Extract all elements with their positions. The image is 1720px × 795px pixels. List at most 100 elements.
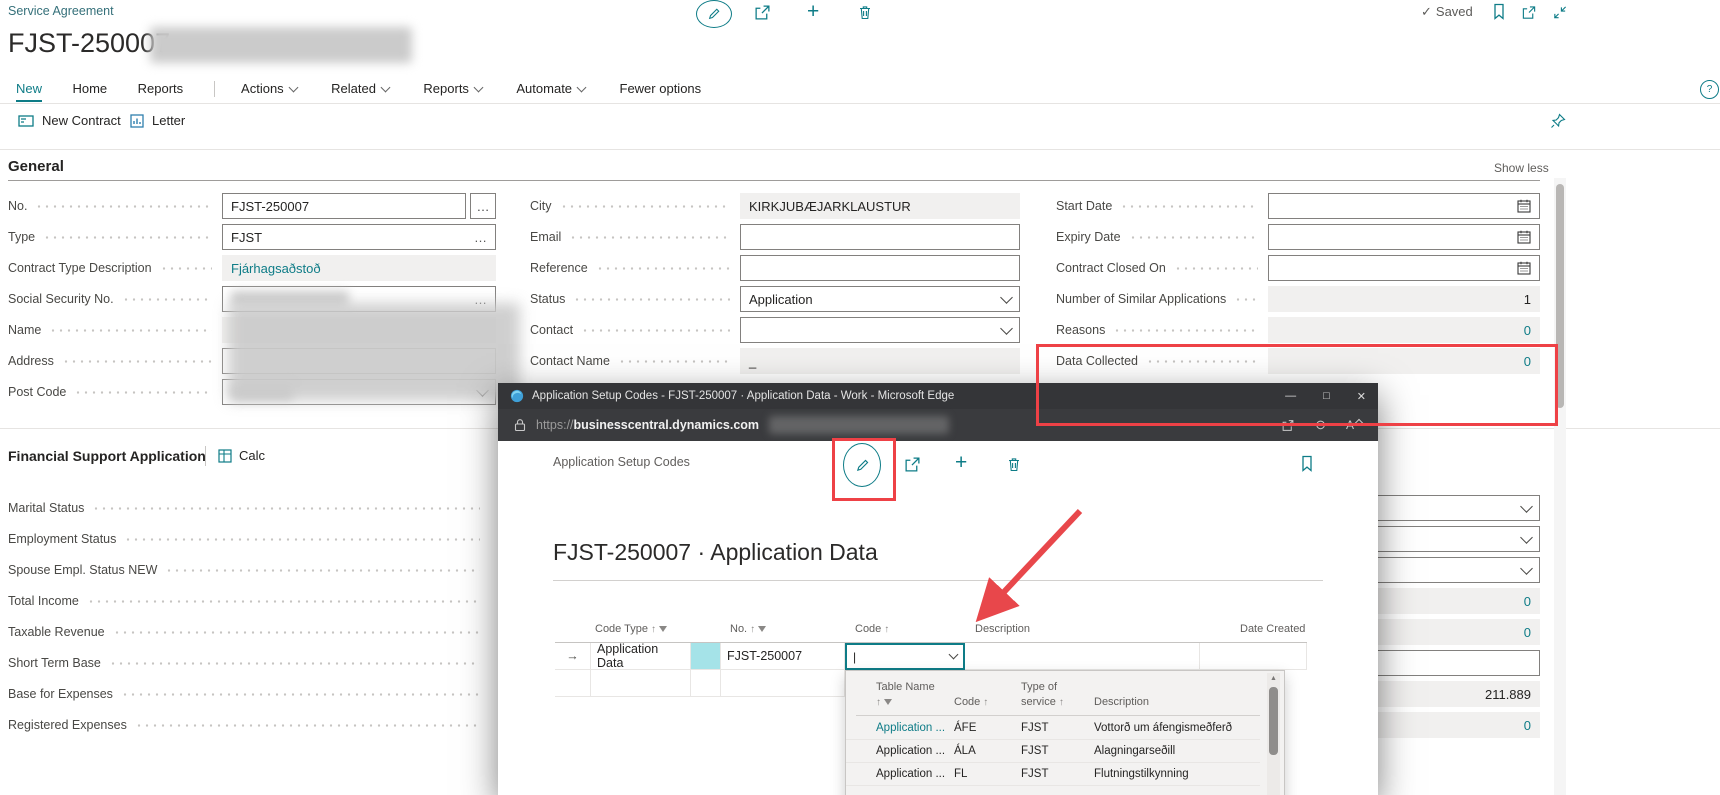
base-for-expenses-value: 211.889 bbox=[1485, 687, 1531, 702]
reference-field[interactable] bbox=[740, 255, 1020, 281]
email-field[interactable] bbox=[740, 224, 1020, 250]
tab-divider bbox=[214, 81, 215, 97]
share-icon bbox=[754, 4, 771, 21]
grid-cell-selected[interactable] bbox=[691, 643, 721, 670]
popup-page-title: FJST-250007 · Application Data bbox=[553, 539, 878, 566]
tab-reports[interactable]: Reports bbox=[138, 81, 184, 100]
grid-cell-no[interactable]: FJST-250007 bbox=[721, 643, 845, 670]
chevron-down-icon[interactable] bbox=[949, 650, 959, 660]
close-button[interactable]: ✕ bbox=[1357, 390, 1366, 403]
contract-type-description-value[interactable]: Fjárhagsaðstoð bbox=[231, 261, 321, 276]
row-selector-cell[interactable]: → bbox=[555, 643, 591, 670]
lookup-scrollbar-thumb[interactable] bbox=[1269, 687, 1278, 755]
registered-expenses-value[interactable]: 0 bbox=[1524, 718, 1531, 733]
popup-urlbar[interactable]: https://businesscentral.dynamics.com ⊖ A bbox=[498, 409, 1378, 441]
total-income-value[interactable]: 0 bbox=[1524, 594, 1531, 609]
grid-cell-empty[interactable] bbox=[691, 670, 721, 697]
row-selector-cell[interactable] bbox=[555, 670, 591, 697]
grid-header-code-type[interactable]: Code Type↑ bbox=[595, 623, 667, 635]
code-combobox[interactable]: | bbox=[845, 643, 965, 670]
lookup-scrollbar[interactable]: ▲ bbox=[1267, 673, 1280, 795]
calendar-icon[interactable] bbox=[1517, 230, 1531, 244]
popup-edit-button[interactable] bbox=[843, 443, 881, 487]
grid-header-date-created[interactable]: Date Created bbox=[1240, 623, 1305, 635]
lookup-header-description[interactable]: Description bbox=[1094, 696, 1149, 708]
grid-header-no[interactable]: No.↑ bbox=[730, 623, 766, 635]
pin-button[interactable] bbox=[1550, 113, 1566, 129]
start-date-field[interactable] bbox=[1268, 193, 1540, 219]
lookup-header-table-name[interactable]: Table Name bbox=[876, 681, 935, 693]
letter-button[interactable]: Letter bbox=[130, 113, 185, 128]
lookup-row[interactable]: Application ... FL FJST Flutningstilkynn… bbox=[846, 762, 1260, 786]
menu-reports[interactable]: Reports bbox=[423, 81, 482, 96]
reasons-field: 0 bbox=[1268, 317, 1540, 343]
zoom-out-icon[interactable]: ⊖ bbox=[1315, 417, 1326, 433]
sort-asc-icon: ↑ bbox=[651, 624, 656, 635]
fewer-options-button[interactable]: Fewer options bbox=[620, 81, 702, 96]
tab-home[interactable]: Home bbox=[72, 81, 107, 100]
redacted-personal-block bbox=[228, 303, 520, 401]
edit-button[interactable] bbox=[696, 0, 732, 28]
calendar-icon[interactable] bbox=[1517, 261, 1531, 275]
main-scrollbar-thumb[interactable] bbox=[1556, 184, 1564, 408]
grid-cell-description[interactable] bbox=[965, 643, 1200, 670]
letter-doc-icon bbox=[130, 114, 144, 128]
grid-cell-code-type[interactable]: Application Data bbox=[591, 643, 691, 670]
show-less-button[interactable]: Show less bbox=[1494, 161, 1549, 175]
grid-cell-empty[interactable] bbox=[721, 670, 845, 697]
menu-automate[interactable]: Automate bbox=[516, 81, 585, 96]
maximize-button[interactable]: □ bbox=[1323, 390, 1330, 402]
lookup-header-code[interactable]: Code↑ bbox=[954, 696, 988, 708]
text-caret: | bbox=[853, 650, 856, 664]
calendar-icon[interactable] bbox=[1517, 199, 1531, 213]
chevron-down-icon bbox=[1000, 291, 1013, 304]
text-size-icon[interactable]: A bbox=[1346, 418, 1362, 432]
popup-titlebar[interactable]: Application Setup Codes - FJST-250007 · … bbox=[498, 383, 1378, 409]
tab-new[interactable]: New bbox=[16, 81, 42, 102]
bookmark-button[interactable] bbox=[1492, 3, 1506, 20]
delete-button[interactable] bbox=[857, 4, 873, 21]
contact-select[interactable] bbox=[740, 317, 1020, 343]
share-button[interactable] bbox=[754, 4, 771, 21]
popup-add-button[interactable]: + bbox=[955, 451, 967, 475]
menu-actions[interactable]: Actions bbox=[241, 81, 297, 96]
no-assist-button[interactable]: … bbox=[470, 193, 496, 219]
menu-related[interactable]: Related bbox=[331, 81, 389, 96]
type-assist-button[interactable]: … bbox=[474, 230, 487, 245]
reasons-value[interactable]: 0 bbox=[1524, 323, 1531, 338]
new-contract-button[interactable]: New Contract bbox=[18, 113, 121, 128]
type-field[interactable]: FJST… bbox=[222, 224, 496, 250]
lookup-header-type1[interactable]: Type of bbox=[1021, 681, 1057, 693]
status-select[interactable]: Application bbox=[740, 286, 1020, 312]
lookup-row[interactable]: Application ... ÁFE FJST Vottorð um áfen… bbox=[846, 716, 1260, 740]
lookup-row[interactable]: Application ... ÁLA FJST Álagningarseðil… bbox=[846, 739, 1260, 763]
dotted-leader bbox=[124, 538, 480, 541]
minimize-button[interactable]: — bbox=[1285, 390, 1296, 402]
expiry-date-field[interactable] bbox=[1268, 224, 1540, 250]
popup-delete-button[interactable] bbox=[1006, 456, 1022, 473]
city-field: KIRKJUBÆJARKLAUSTUR bbox=[740, 193, 1020, 219]
sort-asc-icon: ↑ bbox=[983, 697, 988, 708]
help-icon[interactable]: ? bbox=[1700, 80, 1719, 99]
lookup-table-name-link[interactable]: Application ... bbox=[876, 722, 945, 734]
status-label: Status bbox=[530, 292, 565, 306]
popup-bookmark-button[interactable] bbox=[1300, 455, 1314, 472]
open-in-browser-icon[interactable] bbox=[1281, 419, 1295, 432]
dotted-leader bbox=[135, 724, 480, 727]
grid-cell-empty[interactable] bbox=[591, 670, 691, 697]
no-field[interactable]: FJST-250007 bbox=[222, 193, 466, 219]
grid-cell-date-created[interactable] bbox=[1200, 643, 1307, 670]
popup-share-button[interactable] bbox=[904, 456, 921, 473]
contact-name-label: Contact Name bbox=[530, 354, 610, 368]
data-collected-value[interactable]: 0 bbox=[1524, 354, 1531, 369]
grid-header-code[interactable]: Code↑ bbox=[855, 623, 889, 635]
add-button[interactable]: + bbox=[807, 0, 819, 24]
scroll-up-icon[interactable]: ▲ bbox=[1267, 673, 1280, 682]
share-icon bbox=[904, 456, 921, 473]
calc-button[interactable]: Calc bbox=[218, 448, 265, 463]
chevron-down-icon bbox=[288, 82, 298, 92]
exit-fullscreen-button[interactable] bbox=[1552, 5, 1568, 20]
contract-closed-field[interactable] bbox=[1268, 255, 1540, 281]
open-in-window-button[interactable] bbox=[1521, 5, 1537, 20]
taxable-revenue-value[interactable]: 0 bbox=[1524, 625, 1531, 640]
